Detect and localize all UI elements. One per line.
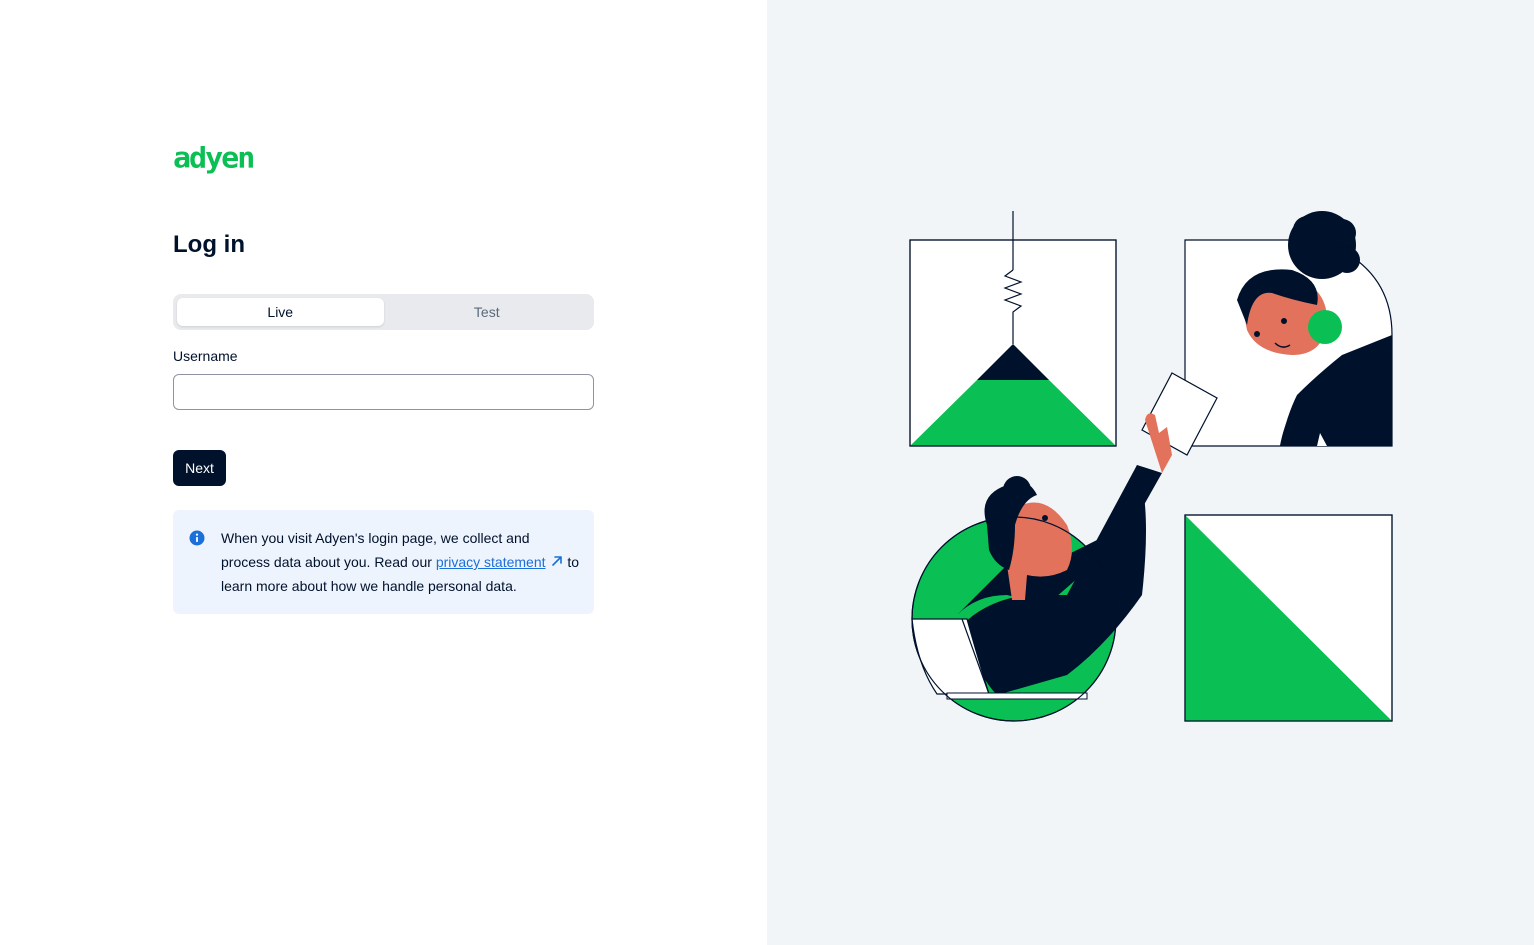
environment-switch: Live Test [173, 294, 594, 330]
tab-live[interactable]: Live [177, 298, 384, 326]
external-link-icon[interactable] [550, 554, 564, 568]
login-panel: adyen Log in Live Test Username Next Whe… [0, 0, 767, 945]
illustration-panel [767, 0, 1534, 945]
logo-text: adyen [173, 141, 255, 176]
woman-frame [1184, 211, 1393, 447]
username-label: Username [173, 348, 238, 364]
username-input[interactable] [173, 374, 594, 410]
privacy-statement-link[interactable]: privacy statement [436, 554, 546, 570]
tab-test[interactable]: Test [384, 298, 591, 326]
lamp-frame [909, 211, 1117, 447]
login-page: adyen Log in Live Test Username Next Whe… [0, 0, 1534, 945]
next-button[interactable]: Next [173, 450, 226, 486]
privacy-notice: When you visit Adyen's login page, we co… [173, 510, 594, 614]
page-title: Log in [173, 231, 245, 258]
man-circle [911, 413, 1172, 722]
triangle-frame [1184, 514, 1393, 722]
info-icon [189, 530, 205, 546]
people-sharing-illustration [909, 211, 1393, 722]
privacy-link-label: privacy statement [435, 554, 546, 570]
privacy-notice-text: When you visit Adyen's login page, we co… [221, 526, 581, 598]
adyen-logo: adyen [173, 141, 255, 176]
